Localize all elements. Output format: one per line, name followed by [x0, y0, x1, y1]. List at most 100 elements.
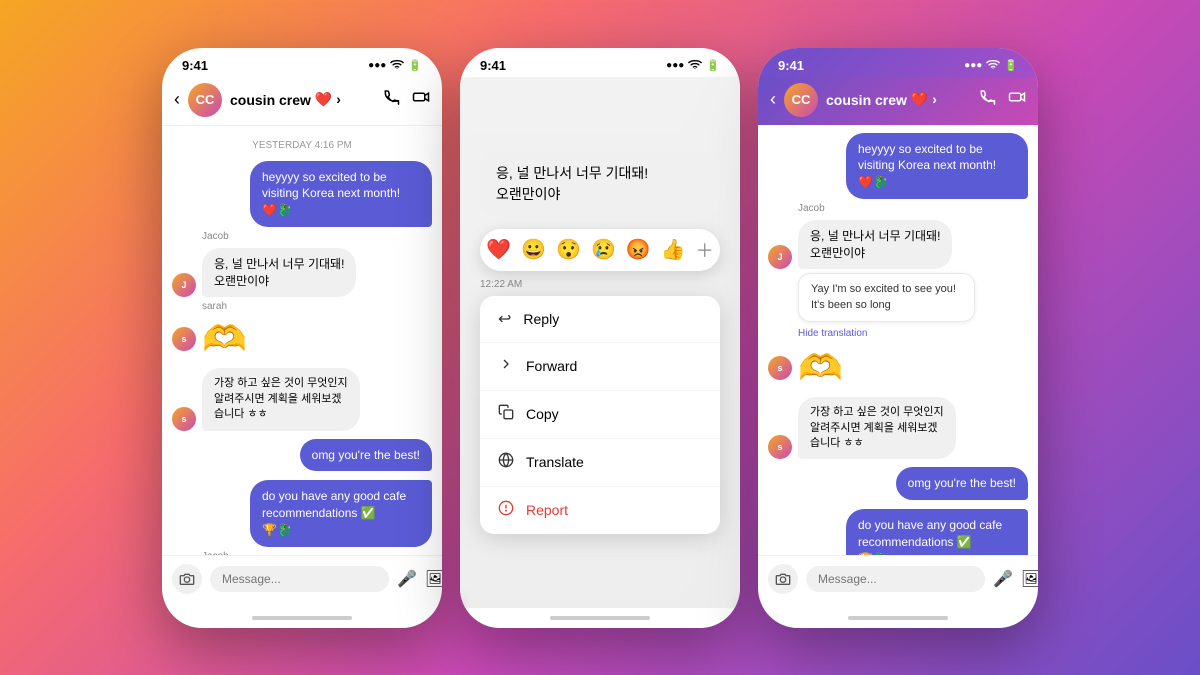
emoji-msg-1: s 🫶 [172, 318, 432, 360]
bubble-sent-r1: heyyyy so excited to be visiting Korea n… [846, 133, 1028, 199]
forward-label: Forward [526, 358, 577, 374]
messages-right: heyyyy so excited to be visiting Korea n… [758, 125, 1038, 555]
back-button-left[interactable]: ‹ [174, 89, 180, 110]
wifi-icon-left [390, 58, 404, 72]
camera-button-right[interactable] [768, 564, 798, 594]
context-menu-overlay: 응, 널 만나서 너무 기대돼! 오랜만이야 ❤️ 😀 😯 😢 😡 👍 ＋ 12… [460, 77, 740, 608]
translate-icon [498, 452, 514, 473]
image-icon-right[interactable]: 🖼 [1021, 569, 1038, 589]
header-name-left: cousin crew ❤️ › [230, 91, 374, 108]
mic-icon-right[interactable]: 🎤 [993, 569, 1013, 589]
reaction-angry[interactable]: 😡 [626, 237, 651, 262]
reaction-surprised[interactable]: 😯 [556, 237, 581, 262]
home-indicator-middle [460, 608, 740, 628]
emoji-heart-r: 🫶 [798, 347, 843, 389]
hide-translation-button[interactable]: Hide translation [798, 328, 1028, 339]
msg-sent-r2: omg you're the best! [896, 467, 1028, 500]
avatar-sarah: s [172, 327, 196, 351]
signal-icon-left: ●●● [368, 60, 386, 71]
phone-icon-left[interactable] [382, 88, 400, 111]
bubble-sent-r2: omg you're the best! [896, 467, 1028, 500]
home-bar-middle [550, 616, 650, 620]
chat-header-right: ‹ CC cousin crew ❤️ › [758, 77, 1038, 125]
avatar-left: CC [188, 83, 222, 117]
input-bar-right: 🎤 🖼 😊 ＋ [758, 555, 1038, 608]
sender-jacob-1: Jacob [202, 231, 432, 242]
msg-received-1: J 응, 널 만나서 너무 기대돼!오랜만이야 [172, 248, 380, 298]
reaction-sad[interactable]: 😢 [591, 237, 616, 262]
report-icon [498, 500, 514, 521]
sender-sarah: sarah [202, 301, 432, 312]
home-bar-right [848, 616, 948, 620]
avatar-right: CC [784, 83, 818, 117]
mic-icon-left[interactable]: 🎤 [397, 569, 417, 589]
bubble-sent-1: heyyyy so excited to be visiting Korea n… [250, 161, 432, 227]
phone-icon-right[interactable] [978, 88, 996, 111]
reaction-smile[interactable]: 😀 [521, 237, 546, 262]
emoji-heart: 🫶 [202, 318, 247, 360]
bubble-received-1: 응, 널 만나서 너무 기대돼!오랜만이야 [202, 248, 356, 298]
battery-icon-right: 🔋 [1004, 59, 1018, 72]
back-button-right[interactable]: ‹ [770, 89, 776, 110]
signal-icon-middle: ●●● [666, 60, 684, 71]
status-icons-middle: ●●● 🔋 [666, 58, 720, 72]
status-bar-left: 9:41 ●●● 🔋 [162, 48, 442, 77]
chat-header-left: ‹ CC cousin crew ❤️ › [162, 77, 442, 126]
avatar-sarah-r: s [768, 356, 792, 380]
header-info-right: cousin crew ❤️ › [826, 91, 970, 108]
context-copy[interactable]: Copy [480, 391, 720, 439]
input-icons-right: 🎤 🖼 😊 ＋ [993, 564, 1038, 593]
time-middle: 9:41 [480, 58, 506, 73]
timestamp-left: YESTERDAY 4:16 PM [172, 140, 432, 151]
header-name-right: cousin crew ❤️ › [826, 91, 970, 108]
report-label: Report [526, 502, 568, 518]
avatar-sarah-r2: s [768, 435, 792, 459]
video-icon-left[interactable] [412, 88, 430, 111]
avatar-jacob: J [172, 273, 196, 297]
header-actions-left [382, 88, 430, 111]
forward-icon [498, 356, 514, 377]
reaction-add-button[interactable]: ＋ [696, 237, 714, 263]
context-forward[interactable]: Forward [480, 343, 720, 391]
reply-label: Reply [523, 311, 559, 327]
bubble-received-r2: 가장 하고 싶은 것이 무엇인지알려주시면 계획을 세워보겠습니다 ㅎㅎ [798, 397, 956, 459]
battery-icon-left: 🔋 [408, 59, 422, 72]
battery-icon-middle: 🔋 [706, 59, 720, 72]
camera-button-left[interactable] [172, 564, 202, 594]
bubble-sent-3: do you have any good cafe recommendation… [250, 480, 432, 546]
phone-right: 9:41 ●●● 🔋 ‹ CC cousin crew ❤️ › [758, 48, 1038, 628]
reaction-heart[interactable]: ❤️ [486, 237, 511, 262]
image-icon-left[interactable]: 🖼 [425, 569, 442, 589]
status-bar-middle: 9:41 ●●● 🔋 [460, 48, 740, 77]
bubble-sent-2: omg you're the best! [300, 439, 432, 472]
context-menu: ↩ Reply Forward Copy [480, 296, 720, 534]
home-indicator-left [162, 608, 442, 628]
message-input-left[interactable] [210, 566, 389, 592]
signal-icon-right: ●●● [964, 60, 982, 71]
context-report[interactable]: Report [480, 487, 720, 534]
wifi-icon-middle [688, 58, 702, 72]
time-right: 9:41 [778, 58, 804, 73]
msg-received-r2-wrap: s 가장 하고 싶은 것이 무엇인지알려주시면 계획을 세워보겠습니다 ㅎㅎ [768, 397, 1028, 459]
reaction-thumbs[interactable]: 👍 [661, 237, 686, 262]
video-icon-right[interactable] [1008, 88, 1026, 111]
message-input-right[interactable] [806, 566, 985, 592]
status-bar-right: 9:41 ●●● 🔋 [758, 48, 1038, 77]
msg-sent-r1: heyyyy so excited to be visiting Korea n… [846, 133, 1028, 199]
context-reply[interactable]: ↩ Reply [480, 296, 720, 343]
emoji-msg-r1: s 🫶 [768, 347, 1028, 389]
phone-left: 9:41 ●●● 🔋 ‹ CC cousin crew ❤️ › Y [162, 48, 442, 628]
bubble-received-2: 가장 하고 싶은 것이 무엇인지알려주시면 계획을 세워보겠습니다 ㅎㅎ [202, 368, 360, 430]
status-icons-left: ●●● 🔋 [368, 58, 422, 72]
avatar-sarah-2: s [172, 407, 196, 431]
header-info-left: cousin crew ❤️ › [230, 91, 374, 108]
reply-icon: ↩ [498, 309, 511, 329]
context-translate[interactable]: Translate [480, 439, 720, 487]
msg-received-r1: J 응, 널 만나서 너무 기대돼!오랜만이야 [768, 220, 976, 270]
bubble-sent-r3: do you have any good cafe recommendation… [846, 509, 1028, 554]
context-triggered-bubble: 응, 널 만나서 너무 기대돼! 오랜만이야 [480, 151, 720, 217]
msg-sent-2: omg you're the best! [300, 439, 432, 472]
reactions-row: ❤️ 😀 😯 😢 😡 👍 ＋ [480, 229, 720, 271]
context-time-label: 12:22 AM [480, 279, 720, 290]
copy-icon [498, 404, 514, 425]
